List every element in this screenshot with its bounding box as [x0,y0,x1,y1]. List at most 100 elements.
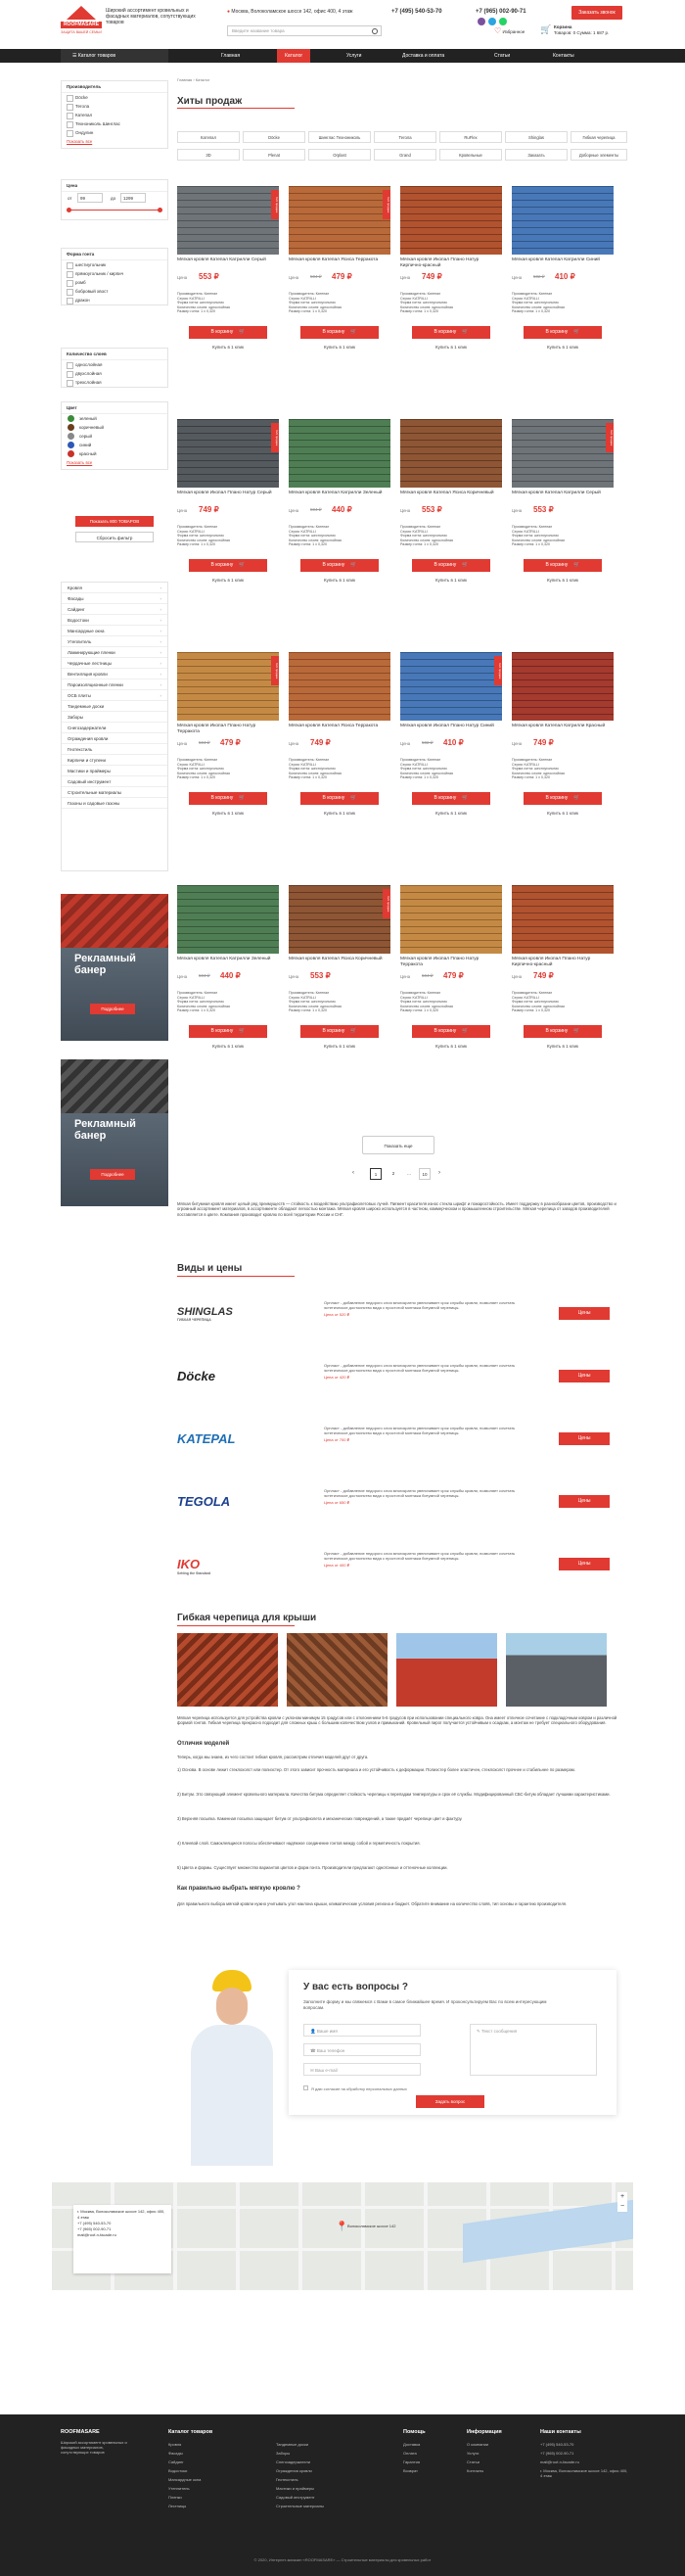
product-image[interactable] [400,885,502,954]
page-last[interactable]: 10 [419,1168,431,1180]
footer-link[interactable]: Доставка [403,2442,420,2447]
breadcrumb[interactable]: Главная › Каталог [177,77,209,82]
banner-button[interactable]: Подробнее [90,1169,135,1180]
buy-one-click-link[interactable]: Купить в 1 клик [400,811,502,816]
add-to-cart-button[interactable]: В корзину 🛒 [524,326,602,339]
footer-link[interactable]: Заборы [276,2451,290,2456]
add-to-cart-button[interactable]: В корзину 🛒 [524,559,602,572]
buy-one-click-link[interactable]: Купить в 1 клик [289,811,390,816]
product-name[interactable]: Мягкая кровля Икопал Плано Натур Синий [400,724,502,729]
footer-link[interactable]: Лестницы [168,2504,186,2508]
footer-link[interactable]: О компании [467,2442,488,2447]
filter-option[interactable]: шестиугольник [62,260,167,269]
footer-link[interactable]: Водостоки [168,2468,187,2473]
product-image[interactable] [177,186,279,255]
category-item[interactable]: Снегозадержатели [62,723,167,733]
add-to-cart-button[interactable]: В корзину 🛒 [189,559,267,572]
buy-one-click-link[interactable]: Купить в 1 клик [289,1044,390,1049]
nav-item-delivery[interactable]: Доставка и оплата [402,49,444,63]
product-name[interactable]: Мягкая кровля Икопал Плано Натур Террако… [177,724,279,735]
filter-option[interactable]: прямоугольник / кирпич [62,269,167,278]
category-item[interactable]: Фасады › [62,593,167,604]
category-item[interactable]: Вентиляция кровли › [62,669,167,679]
add-to-cart-button[interactable]: В корзину 🛒 [300,326,379,339]
category-item[interactable]: Ламинирующие пленки › [62,647,167,658]
footer-link[interactable]: Услуги [467,2451,479,2456]
banner-button[interactable]: Подробнее [90,1004,135,1014]
buy-one-click-link[interactable]: Купить в 1 клик [512,1044,614,1049]
brand-logo[interactable]: KATEPAL [177,1431,263,1453]
phone-input[interactable]: ☎ Ваш телефон [303,2043,421,2056]
name-input[interactable]: 👤 Ваше имя [303,2024,421,2037]
filter-option[interactable]: однослойная [62,360,167,369]
buy-one-click-link[interactable]: Купить в 1 клик [177,1044,279,1049]
buy-one-click-link[interactable]: Купить в 1 клик [400,345,502,350]
product-name[interactable]: Мягкая кровля Катепал Катрилли Серый [512,491,614,496]
filter-option[interactable]: Тегола [62,102,167,111]
footer-contact[interactable]: г. Москва, Волоколамское шоссе 142, офис… [540,2468,628,2478]
tag-filter[interactable]: Доборные элементы [571,149,627,161]
footer-link[interactable]: Ограждения кровли [276,2468,312,2473]
buy-one-click-link[interactable]: Купить в 1 клик [512,345,614,350]
filter-option[interactable]: Катепал [62,111,167,119]
footer-link[interactable]: Контакты [467,2468,483,2473]
category-item[interactable]: Садовый инструмент [62,776,167,787]
add-to-cart-button[interactable]: В корзину 🛒 [189,1025,267,1038]
product-image[interactable] [512,885,614,954]
brand-prices-button[interactable]: Цены [559,1432,610,1445]
footer-link[interactable]: Кровля [168,2442,181,2447]
brand-logo[interactable]: SHINGLAS ГИБКАЯ ЧЕРЕПИЦА [177,1306,263,1328]
filter-option[interactable]: ромб [62,278,167,287]
tag-filter[interactable]: 3D [177,149,240,161]
buy-one-click-link[interactable]: Купить в 1 клик [512,811,614,816]
add-to-cart-button[interactable]: В корзину 🛒 [300,559,379,572]
product-image[interactable] [400,186,502,255]
phone-2[interactable]: +7 (965) 002-90-71 [476,9,526,15]
footer-link[interactable]: Пленки [168,2495,182,2500]
category-item[interactable]: Ограждения кровли [62,733,167,744]
product-image[interactable] [400,419,502,488]
category-item[interactable]: Мастики и праймеры [62,766,167,776]
tag-filter[interactable]: Döcke [243,131,305,143]
product-name[interactable]: Мягкая кровля Икопал Плано Натур Террако… [400,957,502,968]
gallery-image[interactable] [396,1633,497,1707]
add-to-cart-button[interactable]: В корзину 🛒 [524,1025,602,1038]
tag-filter[interactable]: RuFlex [439,131,502,143]
reset-filter-button[interactable]: Сбросить фильтр [75,532,154,542]
product-image[interactable] [177,885,279,954]
add-to-cart-button[interactable]: В корзину 🛒 [189,326,267,339]
buy-one-click-link[interactable]: Купить в 1 клик [177,345,279,350]
filter-option[interactable]: Ондулин [62,128,167,137]
add-to-cart-button[interactable]: В корзину 🛒 [300,792,379,805]
brand-logo[interactable]: Döcke [177,1369,263,1390]
tag-filter[interactable]: Катепал [177,131,240,143]
tag-filter[interactable]: Orplast [308,149,371,161]
footer-link[interactable]: Снегозадержатели [276,2459,310,2464]
add-to-cart-button[interactable]: В корзину 🛒 [412,1025,490,1038]
buy-one-click-link[interactable]: Купить в 1 клик [400,578,502,583]
category-item[interactable]: Тандемные доски [62,701,167,712]
tag-filter[interactable]: Гибкая черепица [571,131,627,143]
consent-checkbox[interactable]: Я даю согласие на обработку персональных… [303,2085,407,2091]
brand-prices-button[interactable]: Цены [559,1370,610,1382]
product-name[interactable]: Мягкая кровля Катепал Катрилли Синий [512,258,614,263]
nav-item-contacts[interactable]: Контакты [553,49,574,63]
whatsapp-icon[interactable] [499,18,507,25]
price-from-input[interactable]: 99 [77,193,103,203]
price-to-input[interactable]: 1299 [120,193,146,203]
logo[interactable]: ROOFMASARE ЗАЩИТА ВАШЕЙ СЕМЬИ [61,6,102,39]
buy-one-click-link[interactable]: Купить в 1 клик [177,578,279,583]
product-name[interactable]: Мягкая кровля Катепал Катрилли Красный [512,724,614,729]
product-name[interactable]: Мягкая кровля Катепал Ясиса Терракота [289,724,390,729]
product-name[interactable]: Мягкая кровля Катепал Ясиса Коричневый [400,491,502,496]
search-input[interactable]: Введите название товара [227,25,382,36]
footer-contact[interactable]: mail@roof-n-facade.ru [540,2459,628,2464]
category-item[interactable]: Геотекстиль [62,744,167,755]
price-slider[interactable] [62,206,167,215]
footer-link[interactable]: Мастики и праймеры [276,2486,314,2491]
footer-link[interactable]: Возврат [403,2468,418,2473]
ad-banner-2[interactable]: Рекламный банер Подробнее [61,1059,168,1206]
show-all-link[interactable]: Показать все [62,137,167,148]
tag-filter[interactable]: Заказать [505,149,568,161]
category-item[interactable]: Строительные материалы [62,787,167,798]
